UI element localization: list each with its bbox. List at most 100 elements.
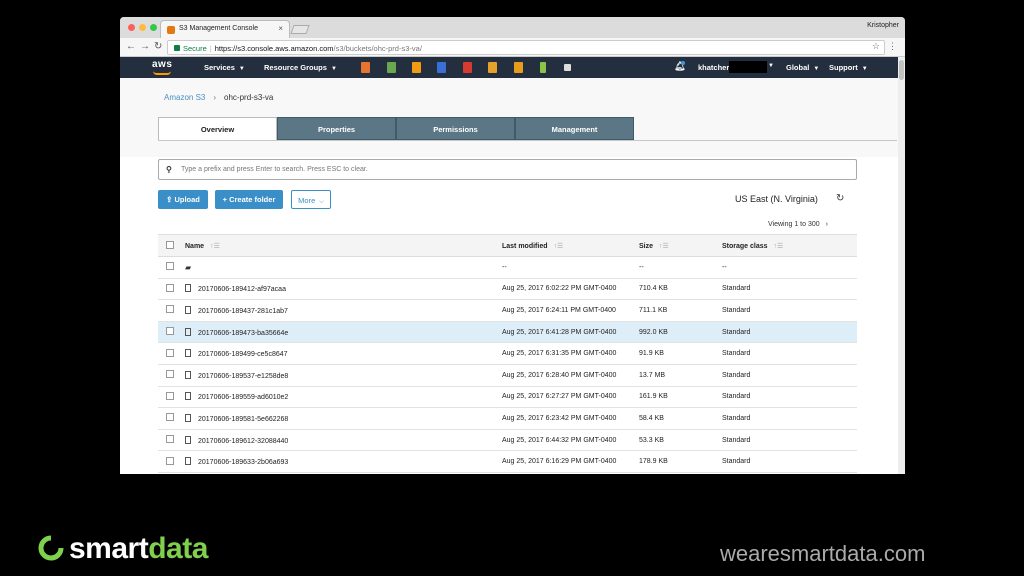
region-menu[interactable]: Global ▼ <box>786 63 819 72</box>
forward-icon[interactable]: → <box>140 41 150 52</box>
table-row[interactable]: 20170606-189537-e1258de8 Aug 25, 2017 6:2… <box>158 364 857 387</box>
table-row[interactable]: 20170606-189473-ba35664e Aug 25, 2017 6:4… <box>158 321 857 344</box>
tab-permissions[interactable]: Permissions <box>396 117 515 140</box>
row-checkbox[interactable] <box>166 435 174 444</box>
folder-row[interactable]: ▰ -- -- -- <box>158 256 857 279</box>
aws-logo[interactable]: aws <box>152 59 172 75</box>
sort-icon[interactable]: ↑☰ <box>554 243 564 250</box>
aws-smile-icon <box>153 71 171 75</box>
row-checkbox[interactable] <box>166 413 174 422</box>
select-all-checkbox[interactable] <box>166 240 174 249</box>
table-row[interactable]: 20170606-189633-2b06a693 Aug 25, 2017 6:1… <box>158 450 857 473</box>
last-modified-cell: Aug 25, 2017 6:28:40 PM GMT-0400 <box>502 364 639 387</box>
close-tab-icon[interactable]: × <box>278 24 283 33</box>
next-page-icon[interactable]: › <box>826 221 828 228</box>
service-shortcut-icon[interactable] <box>463 62 472 73</box>
row-checkbox[interactable] <box>166 262 174 271</box>
account-menu[interactable]: khatcher <box>698 63 729 72</box>
row-checkbox[interactable] <box>166 370 174 379</box>
service-shortcut-icon[interactable] <box>361 62 370 73</box>
resource-groups-menu[interactable]: Resource Groups ▼ <box>264 63 337 72</box>
browser-window: S3 Management Console × Kristopher ← → ↻… <box>120 17 905 474</box>
breadcrumb-amazon-s3[interactable]: Amazon S3 <box>164 93 205 102</box>
notification-bell-icon[interactable]: 🔔︎ <box>674 61 685 72</box>
minimize-window-icon[interactable] <box>139 24 146 31</box>
support-menu[interactable]: Support ▼ <box>829 63 868 72</box>
row-checkbox[interactable] <box>166 327 174 336</box>
lock-icon <box>174 45 180 51</box>
chevron-down-icon[interactable]: ▼ <box>768 63 774 69</box>
new-tab-button[interactable] <box>290 25 310 34</box>
refresh-icon[interactable]: ↻ <box>836 193 844 204</box>
size-cell: 91.9 KB <box>639 342 722 365</box>
tab-management[interactable]: Management <box>515 117 634 140</box>
browser-tab[interactable]: S3 Management Console × <box>160 20 290 38</box>
upload-button[interactable]: ⇪ Upload <box>158 190 208 209</box>
sort-icon[interactable]: ↑☰ <box>659 243 669 250</box>
column-size[interactable]: Size ↑☰ <box>639 234 722 257</box>
name-cell: 20170606-189473-ba35664e <box>185 321 502 344</box>
row-checkbox[interactable] <box>166 391 174 400</box>
column-last-modified[interactable]: Last modified ↑☰ <box>502 234 639 257</box>
table-row[interactable]: 20170606-189559-ad6010e2 Aug 25, 2017 6:2… <box>158 386 857 409</box>
column-size-label: Size <box>639 242 654 250</box>
address-bar[interactable]: Secure | https://s3.console.aws.amazon.com… <box>167 40 885 55</box>
service-shortcut-icon[interactable] <box>540 62 546 73</box>
table-row[interactable]: 20170606-189499-ce5c8647 Aug 25, 2017 6:3… <box>158 342 857 365</box>
prefix-search-input[interactable]: ⚲ Type a prefix and press Enter to searc… <box>158 159 857 180</box>
storage-class-cell: Standard <box>722 407 857 430</box>
bookmark-star-icon[interactable]: ☆ <box>872 41 880 52</box>
scrollbar-thumb[interactable] <box>899 60 904 80</box>
browser-menu-icon[interactable]: ⋮ <box>888 41 897 52</box>
sort-icon[interactable]: ↑☰ <box>210 243 220 250</box>
table-row[interactable]: 20170606-189581-5e662268 Aug 25, 2017 6:2… <box>158 407 857 430</box>
service-shortcut-icon[interactable] <box>412 62 421 73</box>
create-folder-button[interactable]: + Create folder <box>215 190 283 209</box>
table-row[interactable]: 20170606-189437-281c1ab7 Aug 25, 2017 6:2… <box>158 299 857 322</box>
vertical-scrollbar[interactable] <box>898 57 905 474</box>
chevron-down-icon: ▼ <box>238 66 245 72</box>
table-row[interactable]: 20170606-189412-af97acaa Aug 25, 2017 6:0… <box>158 278 857 301</box>
back-icon[interactable]: ← <box>126 41 136 52</box>
notification-dot <box>681 61 685 65</box>
row-checkbox[interactable] <box>166 305 174 314</box>
row-checkbox[interactable] <box>166 456 174 465</box>
file-icon <box>185 349 191 358</box>
object-name-link[interactable]: 20170606-189559-ad6010e2 <box>198 394 288 401</box>
tab-properties[interactable]: Properties <box>277 117 396 140</box>
smartdata-logo: smartdata <box>38 532 208 566</box>
column-name[interactable]: Name ↑☰ <box>185 234 502 257</box>
service-shortcut-icon[interactable] <box>437 62 446 73</box>
service-shortcut-icon[interactable] <box>488 62 497 73</box>
pin-icon[interactable] <box>564 64 571 71</box>
service-shortcut-icon[interactable] <box>387 62 396 73</box>
object-name-link[interactable]: 20170606-189581-5e662268 <box>198 416 288 423</box>
row-checkbox[interactable] <box>166 283 174 292</box>
size-cell: 53.3 KB <box>639 429 722 452</box>
object-name-link[interactable]: 20170606-189412-af97acaa <box>198 286 286 293</box>
tab-overview[interactable]: Overview <box>158 117 277 141</box>
service-shortcut-icon[interactable] <box>514 62 523 73</box>
profile-name[interactable]: Kristopher <box>867 22 899 29</box>
maximize-window-icon[interactable] <box>150 24 157 31</box>
services-menu[interactable]: Services ▼ <box>204 63 245 72</box>
folder-icon[interactable]: ▰ <box>185 263 191 272</box>
brand-word-data: data <box>148 532 208 565</box>
table-header-row: Name ↑☰ Last modified ↑☰ Size ↑☰ Storage cl… <box>158 234 857 257</box>
more-dropdown[interactable]: More ⌵ <box>291 190 331 209</box>
name-cell: 20170606-189581-5e662268 <box>185 407 502 430</box>
close-window-icon[interactable] <box>128 24 135 31</box>
table-row[interactable]: 20170606-189612-32088440 Aug 25, 2017 6:4… <box>158 429 857 452</box>
object-name-link[interactable]: 20170606-189612-32088440 <box>198 438 288 445</box>
object-name-link[interactable]: 20170606-189499-ce5c8647 <box>198 351 288 358</box>
object-name-link[interactable]: 20170606-189473-ba35664e <box>198 330 288 337</box>
object-name-link[interactable]: 20170606-189437-281c1ab7 <box>198 308 288 315</box>
sort-icon[interactable]: ↑☰ <box>774 243 784 250</box>
row-checkbox[interactable] <box>166 348 174 357</box>
object-name-link[interactable]: 20170606-189633-2b06a693 <box>198 459 288 466</box>
row-select-cell <box>158 278 185 301</box>
last-modified-cell: Aug 25, 2017 6:31:35 PM GMT-0400 <box>502 342 639 365</box>
object-name-link[interactable]: 20170606-189537-e1258de8 <box>198 373 288 380</box>
column-storage-class[interactable]: Storage class ↑☰ <box>722 234 857 257</box>
reload-icon[interactable]: ↻ <box>154 41 162 52</box>
